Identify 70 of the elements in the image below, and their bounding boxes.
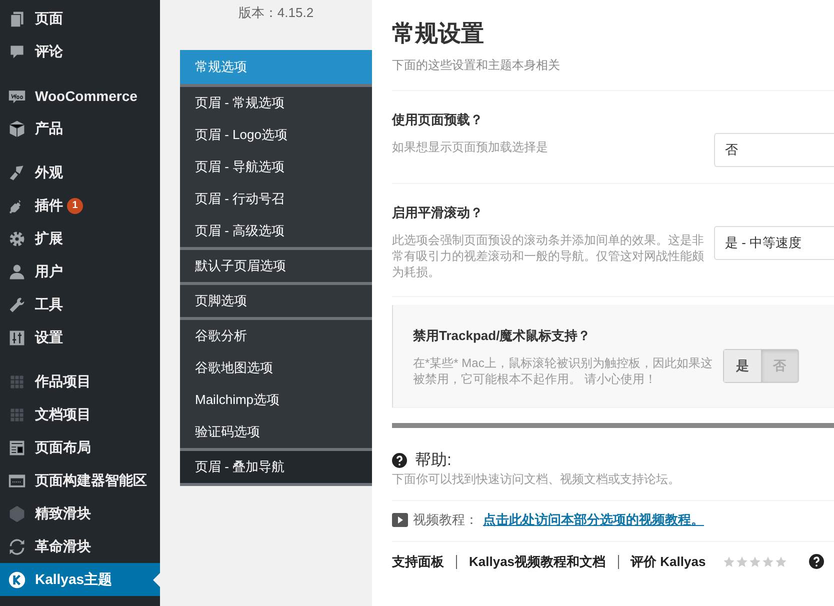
count-badge: 1 xyxy=(67,198,83,214)
menu-item[interactable]: 产品 xyxy=(0,112,160,145)
menu-item[interactable]: 插件 1 xyxy=(0,189,160,222)
menu-item[interactable]: 设置 xyxy=(0,321,160,354)
star-icon xyxy=(762,556,774,568)
star-icon xyxy=(736,556,748,568)
footer-link[interactable]: 支持面板 xyxy=(392,554,456,568)
user-icon xyxy=(8,262,26,280)
grid-icon xyxy=(8,372,26,390)
nav-item[interactable]: 验证码选项 xyxy=(180,416,372,448)
logo-icon xyxy=(8,570,26,588)
wrench-icon xyxy=(8,296,26,314)
option-description: 此选项会强制页面预设的滚动条并添加间单的效果。这是非常有吸引力的视差滚动和一般的导航。仅管这对网战性能颇为耗损。 xyxy=(392,232,705,280)
grid-icon xyxy=(8,406,26,424)
option-label: 启用平滑滚动？ xyxy=(392,204,484,222)
play-icon xyxy=(392,513,408,527)
nav-item[interactable]: 页眉 - 导航选项 xyxy=(180,151,372,183)
rate-link[interactable]: 评价 Kallyas xyxy=(618,554,718,568)
help-icon xyxy=(392,453,407,468)
menu-item[interactable]: 外观 xyxy=(0,156,160,189)
help-title: 帮助: xyxy=(415,450,452,471)
help-description: 下面你可以找到快速访问文档、视频文档或支持论坛。 xyxy=(392,471,834,501)
speech-bubble-icon xyxy=(8,42,26,60)
option-description: 如果想显示页面预加载选择是 xyxy=(392,139,549,155)
star-icon xyxy=(748,556,761,568)
layout-icon xyxy=(8,472,26,490)
option-label: 使用页面预载？ xyxy=(392,111,484,129)
menu-item[interactable]: 文档项目 xyxy=(0,398,160,431)
gear-icon xyxy=(8,230,26,248)
menu-item[interactable]: 作品项目 xyxy=(0,365,160,398)
menu-item[interactable]: 用户 xyxy=(0,255,160,288)
version-label: 版本：4.15.2 xyxy=(237,4,315,22)
select-field[interactable]: 是 - 中等速度 xyxy=(714,226,834,260)
cube-icon xyxy=(8,504,26,522)
menu-item[interactable]: 工具 xyxy=(0,288,160,321)
menu-item[interactable]: WooCommerce xyxy=(0,79,160,112)
nav-item[interactable]: 页眉 - 行动号召 xyxy=(180,183,372,215)
page-title: 常规设置 xyxy=(392,19,485,48)
star-icon xyxy=(722,556,735,568)
menu-item[interactable]: 页面 xyxy=(0,2,160,35)
menu-item[interactable]: 评论 xyxy=(0,35,160,68)
menu-item[interactable]: 革命滑块 xyxy=(0,530,160,563)
menu-item[interactable]: Kallyas主题 xyxy=(0,563,160,596)
option-label: 禁用Trackpad/魔术鼠标支持？ xyxy=(413,327,592,345)
nav-item[interactable]: 常规选项 xyxy=(180,50,372,84)
nav-item[interactable]: 页眉 - Logo选项 xyxy=(180,119,372,151)
pages-icon xyxy=(8,10,26,28)
menu-item[interactable]: 页面布局 xyxy=(0,431,160,464)
footer-link[interactable]: Kallyas视频教程和文档 xyxy=(456,554,618,568)
sliders-icon xyxy=(8,328,26,346)
star-icon xyxy=(774,556,787,568)
option-description: 在*某些* Mac上，鼠标滚轮被识别为触控板，因此如果这被禁用，它可能根本不起作用。 请小心使用！ xyxy=(413,355,714,387)
video-label: 视频教程： xyxy=(413,511,478,529)
toggle-option[interactable]: 是 xyxy=(724,350,761,382)
nav-item[interactable]: 页眉 - 高级选项 xyxy=(180,215,372,247)
help-icon xyxy=(808,554,824,569)
menu-item[interactable]: 扩展 xyxy=(0,222,160,255)
brush-icon xyxy=(8,164,26,182)
menu-item[interactable]: 精致滑块 xyxy=(0,497,160,530)
nav-item[interactable]: 谷歌地图选项 xyxy=(180,352,372,384)
layout-icon xyxy=(8,438,26,456)
nav-item[interactable]: Mailchimp选项 xyxy=(180,384,372,416)
nav-item[interactable]: 谷歌分析 xyxy=(180,320,372,352)
box-icon xyxy=(8,120,26,138)
select-field[interactable]: 否 xyxy=(714,133,834,167)
video-link[interactable]: 点击此处访问本部分选项的视频教程。 xyxy=(483,511,704,529)
menu-item[interactable]: 页面构建器智能区 xyxy=(0,464,160,497)
nav-item[interactable]: 页眉 - 常规选项 xyxy=(180,87,372,119)
page-subtitle: 下面的这些设置和主题本身相关 xyxy=(392,57,834,91)
refresh-icon xyxy=(8,538,26,556)
